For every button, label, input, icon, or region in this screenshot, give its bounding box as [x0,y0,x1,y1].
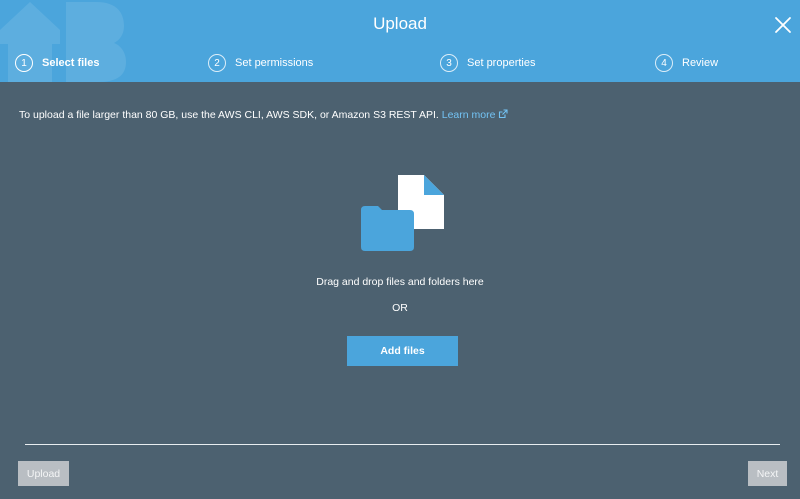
upload-button[interactable]: Upload [18,461,69,486]
step-review[interactable]: 4 Review [655,52,718,74]
step-label: Set permissions [235,57,314,69]
footer-divider [25,444,780,445]
large-file-notice: To upload a file larger than 80 GB, use … [19,109,509,121]
wizard-steps: 1 Select files 2 Set permissions 3 Set p… [0,52,800,74]
learn-more-link[interactable]: Learn more [442,109,509,121]
drop-instructions: Drag and drop files and folders here [316,276,484,288]
step-set-properties[interactable]: 3 Set properties [440,52,535,74]
step-set-permissions[interactable]: 2 Set permissions [208,52,313,74]
close-icon[interactable] [773,15,793,35]
step-number: 2 [208,54,226,72]
modal-header: Upload 1 Select files 2 Set permissions … [0,0,800,82]
notice-text: To upload a file larger than 80 GB, use … [19,109,439,121]
learn-more-label: Learn more [441,109,496,121]
modal-title: Upload [373,14,427,33]
step-label: Review [682,57,719,69]
upload-modal: Upload 1 Select files 2 Set permissions … [0,0,800,499]
next-button[interactable]: Next [748,461,787,486]
or-separator: OR [392,302,408,314]
add-files-button[interactable]: Add files [347,336,458,366]
step-number: 3 [440,54,458,72]
step-label: Select files [42,57,100,69]
step-number: 1 [15,54,33,72]
step-select-files[interactable]: 1 Select files [15,52,99,74]
file-folder-icon [361,175,444,251]
step-number: 4 [655,54,673,72]
step-label: Set properties [467,57,536,69]
external-link-icon [499,109,509,119]
